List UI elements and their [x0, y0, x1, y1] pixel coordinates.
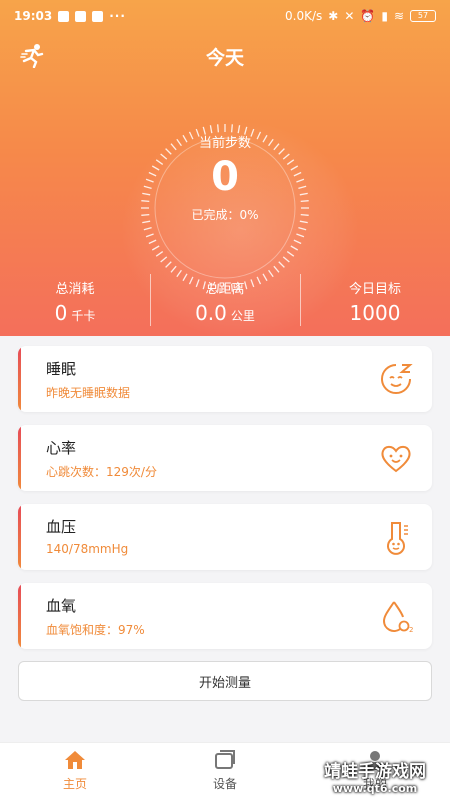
card-subtitle: 140/78mmHg: [46, 542, 129, 556]
page-title: 今天: [205, 46, 244, 69]
dial-tick: [298, 227, 307, 231]
dial-tick: [286, 251, 295, 257]
card-accent-bar: [18, 504, 21, 570]
svg-text:2: 2: [409, 626, 413, 634]
dial-tick: [290, 245, 299, 251]
app-icon: [92, 10, 104, 22]
dial-tick: [282, 256, 290, 263]
runner-icon[interactable]: [20, 42, 46, 68]
stat-label: 总距离: [205, 282, 245, 297]
tab-device[interactable]: 设备: [150, 743, 300, 800]
thermometer-icon: [387, 522, 408, 555]
dial-tick: [145, 233, 154, 238]
oxygen-drop-icon: 2: [382, 601, 413, 634]
stat-value: 1000: [349, 301, 401, 325]
card-blood-pressure[interactable]: 血压 140/78mmHg: [18, 504, 432, 570]
bluetooth-icon: ✱: [328, 9, 339, 23]
dial-tick: [155, 251, 164, 257]
heart-icon: [381, 445, 411, 473]
signal-icon: ▮: [381, 9, 388, 23]
card-title: 血氧: [46, 597, 77, 615]
stat-unit: 千卡: [71, 309, 96, 323]
hero-header: 19:03 ··· 0.0K/s ✱ ✕ ⏰ ▮ ≋ 57 今天 当前步数 0: [0, 0, 450, 336]
tab-label: 主页: [62, 777, 87, 791]
dial-tick: [141, 200, 150, 203]
message-icon: [75, 10, 87, 22]
device-icon: [215, 750, 235, 769]
dial-tick: [300, 200, 309, 203]
card-subtitle: 血氧饱和度：97%: [46, 623, 145, 637]
card-subtitle: 心跳次数：129次/分: [46, 465, 157, 479]
tab-label: 设备: [212, 777, 237, 791]
stat-value: 0: [54, 301, 68, 325]
stat-value-wrap: 0 千卡: [0, 301, 150, 325]
status-bar: 19:03 ··· 0.0K/s ✱ ✕ ⏰ ▮ ≋ 57: [0, 0, 450, 32]
home-icon: [65, 751, 85, 769]
watermark-url: www.qt6.com: [332, 782, 418, 795]
card-accent-bar: [18, 425, 21, 491]
stat-label: 总消耗: [55, 282, 95, 297]
dial-tick: [151, 245, 160, 251]
top-bar: 今天: [0, 40, 450, 72]
watermark-name: 靖蛙手游戏网: [324, 762, 426, 782]
card-accent-bar: [18, 346, 21, 412]
wifi-icon: ≋: [393, 9, 404, 23]
dial-tick: [293, 239, 302, 245]
stat-value-wrap: 0.0 公里: [150, 301, 300, 325]
dial-tick: [148, 239, 157, 245]
card-subtitle: 昨晚无睡眠数据: [46, 386, 131, 400]
dial-tick: [278, 261, 285, 268]
mute-icon: ✕: [344, 9, 355, 23]
start-measure-button[interactable]: 开始测量: [18, 661, 432, 701]
dial-tick: [143, 227, 152, 231]
stat-unit: 公里: [230, 309, 255, 323]
card-accent-bar: [18, 583, 21, 649]
stat-label: 今日目标: [348, 282, 401, 297]
stats-row: 总消耗 0 千卡 总距离 0.0 公里 今日目标 1000: [0, 270, 450, 330]
dial-tick: [165, 261, 172, 268]
status-time: 19:03: [14, 9, 53, 23]
dial-tick: [296, 233, 305, 238]
stat-calories: 总消耗 0 千卡: [0, 270, 150, 330]
steps-completion: 已完成：0%: [191, 208, 259, 222]
sleep-icon: [381, 364, 413, 394]
steps-value: 0: [211, 154, 239, 200]
card-sleep[interactable]: 睡眠 昨晚无睡眠数据: [18, 346, 432, 412]
steps-label: 当前步数: [198, 136, 251, 151]
more-notifications-icon: ···: [109, 9, 126, 23]
alarm-icon: ⏰: [360, 9, 376, 23]
card-blood-oxygen[interactable]: 血氧 血氧饱和度：97% 2: [18, 583, 432, 649]
notification-icon: [58, 10, 70, 22]
tab-home[interactable]: 主页: [0, 743, 150, 800]
card-title: 血压: [46, 518, 77, 536]
stat-goal[interactable]: 今日目标 1000: [300, 270, 450, 330]
dial-tick: [160, 256, 168, 263]
stat-distance: 总距离 0.0 公里: [150, 270, 300, 330]
network-speed: 0.0K/s: [285, 9, 323, 23]
stat-value: 0.0: [195, 301, 227, 325]
battery-icon: 57: [410, 10, 436, 22]
stat-value-wrap: 1000: [300, 301, 450, 325]
card-title: 心率: [46, 439, 77, 457]
card-heart-rate[interactable]: 心率 心跳次数：129次/分: [18, 425, 432, 491]
watermark: 靖蛙手游戏网 www.qt6.com: [300, 757, 450, 800]
card-title: 睡眠: [46, 360, 77, 378]
